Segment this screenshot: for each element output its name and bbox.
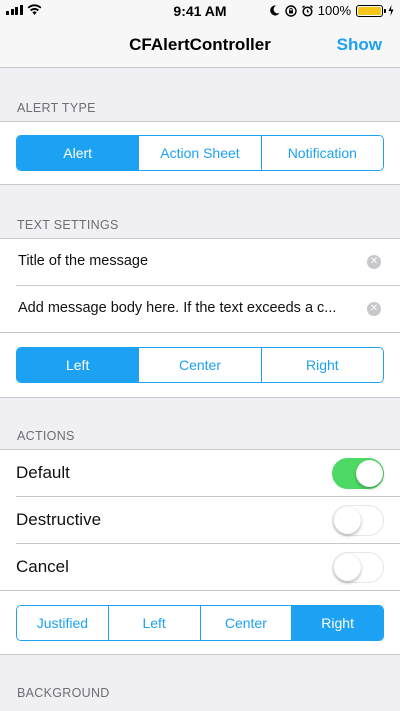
alert-type-notification[interactable]: Notification [261, 136, 383, 170]
text-alignment-segmented-control: Left Center Right [16, 347, 384, 383]
section-header-actions: ACTIONS [17, 429, 75, 443]
toggle-row-default: Default [0, 450, 400, 496]
text-align-center[interactable]: Center [139, 348, 262, 382]
clear-message-icon[interactable]: ✕ [367, 302, 381, 316]
section-header-text-settings: TEXT SETTINGS [17, 218, 119, 232]
text-align-right[interactable]: Right [261, 348, 383, 382]
section-header-background: BACKGROUND [17, 686, 110, 700]
moon-icon [269, 5, 280, 16]
default-switch[interactable] [332, 458, 384, 489]
message-field[interactable]: Add message body here. If the text excee… [18, 300, 363, 316]
alert-type-alert[interactable]: Alert [17, 136, 140, 170]
alert-type-action-sheet[interactable]: Action Sheet [139, 136, 262, 170]
title-field[interactable]: Title of the message [18, 253, 363, 269]
action-align-right[interactable]: Right [292, 606, 383, 640]
toggle-row-cancel: Cancel [0, 544, 400, 590]
toggle-label-default: Default [16, 463, 70, 482]
lock-rotation-icon [285, 4, 297, 17]
action-align-center[interactable]: Center [200, 606, 293, 640]
alert-type-segmented-control: Alert Action Sheet Notification [16, 135, 384, 171]
destructive-switch[interactable] [332, 505, 384, 536]
action-align-left[interactable]: Left [108, 606, 201, 640]
clear-title-icon[interactable]: ✕ [367, 255, 381, 269]
cancel-switch[interactable] [332, 552, 384, 583]
alert-type-group: Alert Action Sheet Notification [0, 121, 400, 185]
toggle-row-destructive: Destructive [0, 497, 400, 543]
battery-icon [356, 4, 386, 17]
actions-group: Default Destructive Cancel Justified Lef… [0, 449, 400, 655]
toggle-label-destructive: Destructive [16, 510, 102, 529]
status-bar: 9:41 AM 100% [0, 0, 400, 22]
title-field-row: Title of the message ✕ [0, 239, 400, 285]
text-align-left[interactable]: Left [17, 348, 140, 382]
text-settings-group: Title of the message ✕ Add message body … [0, 238, 400, 398]
battery-percent: 100% [317, 3, 351, 18]
toggle-label-cancel: Cancel [16, 557, 69, 576]
action-align-justified[interactable]: Justified [17, 606, 109, 640]
charging-icon [388, 5, 394, 16]
action-alignment-segmented-control: Justified Left Center Right [16, 605, 384, 641]
alarm-icon [301, 4, 313, 17]
section-header-alert-type: ALERT TYPE [17, 101, 96, 115]
show-button[interactable]: Show [337, 35, 382, 55]
message-field-row: Add message body here. If the text excee… [0, 286, 400, 332]
navigation-bar: CFAlertController Show [0, 22, 400, 68]
